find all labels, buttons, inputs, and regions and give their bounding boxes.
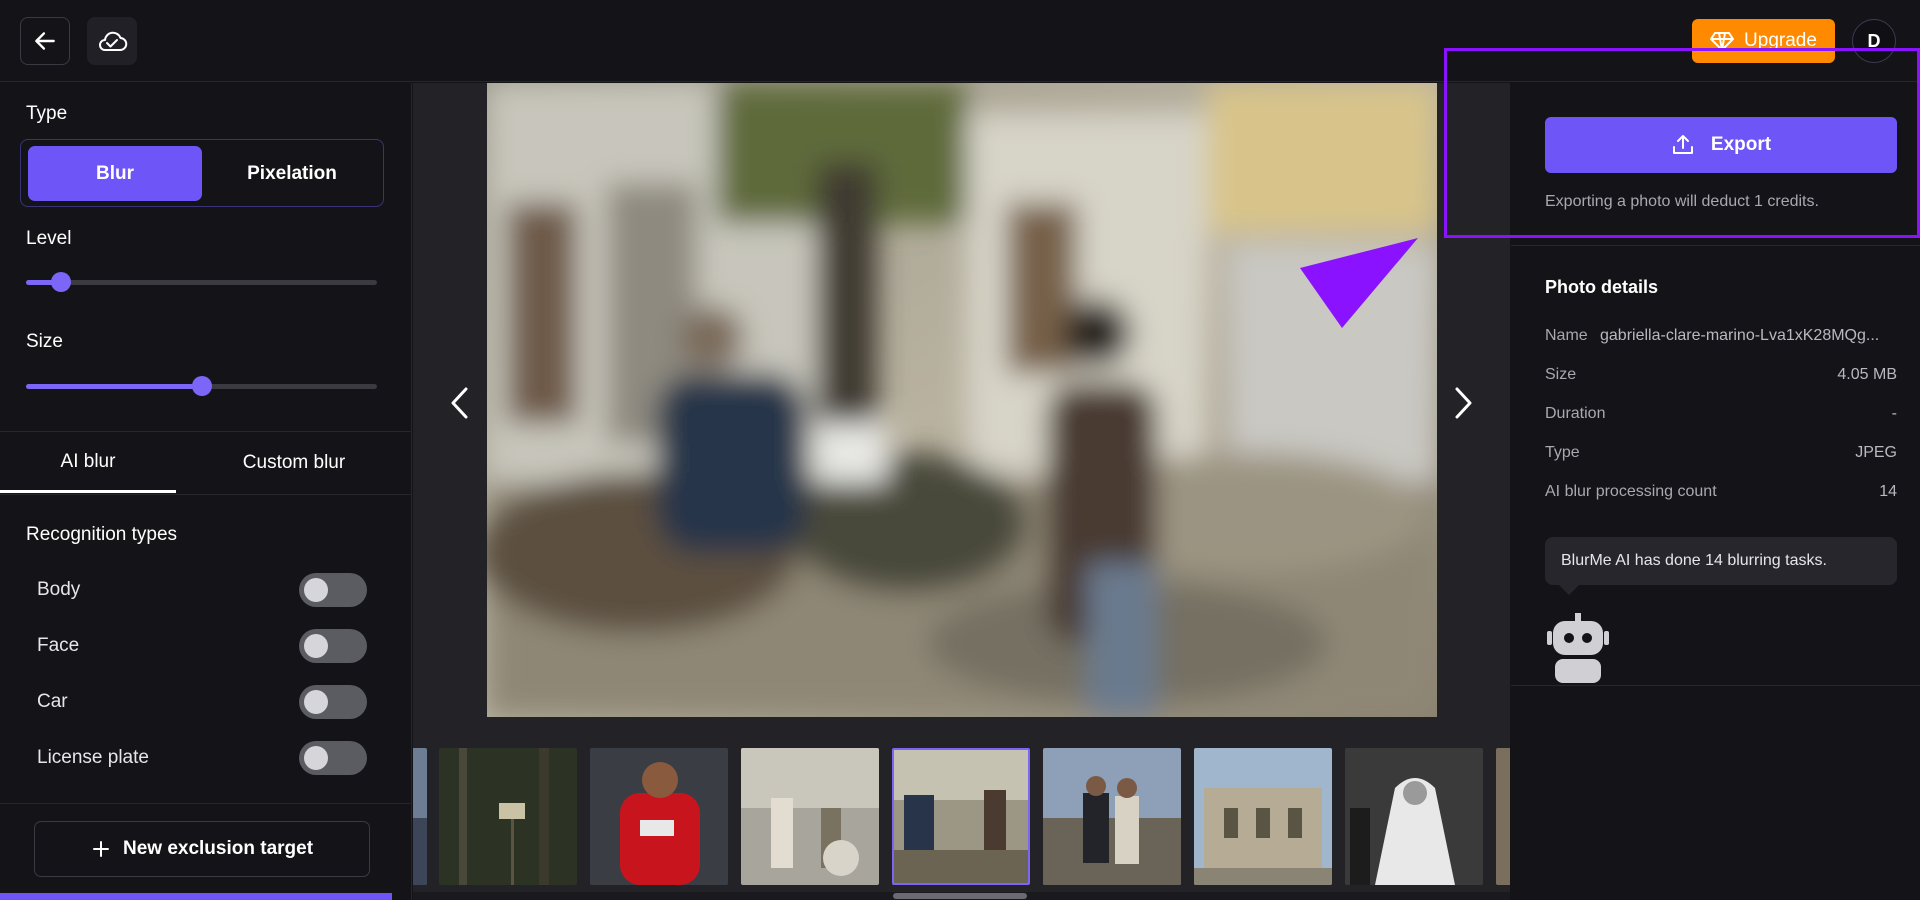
cloud-check-icon <box>99 31 128 51</box>
thumbnail-partial-right[interactable] <box>1496 748 1510 885</box>
recognition-row-car: Car <box>37 685 367 719</box>
photo-details-title: Photo details <box>1545 277 1659 297</box>
divider <box>1511 245 1920 246</box>
left-panel: Type Blur Pixelation Level Size AI blur … <box>0 83 412 900</box>
size-slider-fill <box>26 384 202 389</box>
upload-icon <box>1672 135 1693 154</box>
divider <box>0 431 412 432</box>
detail-key: Duration <box>1545 405 1606 422</box>
license-plate-toggle[interactable] <box>299 741 367 775</box>
type-option-pixelation[interactable]: Pixelation <box>206 146 378 201</box>
diamond-icon <box>1710 32 1735 51</box>
recognition-row-body: Body <box>37 573 367 607</box>
divider <box>1511 685 1920 686</box>
thumbnail-market-scene[interactable] <box>892 748 1030 885</box>
type-option-blur[interactable]: Blur <box>28 146 202 201</box>
recognition-label: Face <box>37 635 80 656</box>
detail-key: Type <box>1545 444 1580 461</box>
thumbnail-wedding[interactable] <box>1345 748 1483 885</box>
thumbnail-old-building[interactable] <box>1194 748 1332 885</box>
recognition-types-title: Recognition types <box>26 524 178 545</box>
type-label: Type <box>26 103 68 124</box>
next-photo-button[interactable] <box>1443 383 1483 423</box>
avatar[interactable]: D <box>1852 19 1896 63</box>
size-label: Size <box>26 331 63 352</box>
left-scrollbar[interactable] <box>0 893 392 900</box>
chevron-left-icon <box>451 387 468 419</box>
assistant-message-bubble: BlurMe AI has done 14 blurring tasks. <box>1545 537 1897 595</box>
export-credits-note: Exporting a photo will deduct 1 credits. <box>1545 193 1819 210</box>
detail-value: - <box>1891 405 1897 422</box>
blurred-market-photo <box>487 83 1437 717</box>
type-segmented-control: Blur Pixelation <box>20 139 384 207</box>
thumbnail-forest-sign[interactable] <box>439 748 577 885</box>
recognition-label: License plate <box>37 747 149 768</box>
divider <box>0 494 412 495</box>
face-toggle[interactable] <box>299 629 367 663</box>
new-exclusion-target-button[interactable]: New exclusion target <box>34 821 370 877</box>
thumbnail-scrollbar-handle[interactable] <box>893 893 1027 899</box>
recognition-label: Body <box>37 579 81 600</box>
level-label: Level <box>26 228 72 249</box>
back-button[interactable] <box>20 17 70 65</box>
detail-key: Name <box>1545 327 1588 344</box>
thumbnail-scrollbar[interactable] <box>413 892 1510 900</box>
car-toggle[interactable] <box>299 685 367 719</box>
body-toggle[interactable] <box>299 573 367 607</box>
recognition-row-face: Face <box>37 629 367 663</box>
detail-row-size: Size 4.05 MB <box>1545 366 1897 388</box>
cloud-save-button[interactable] <box>87 17 137 65</box>
thumbnail-couple-portrait[interactable] <box>1043 748 1181 885</box>
thumbnail-street-couple[interactable] <box>741 748 879 885</box>
right-panel: Export Exporting a photo will deduct 1 c… <box>1511 83 1920 900</box>
top-bar: Upgrade D <box>0 0 1920 82</box>
thumbnail-strip <box>413 745 1510 887</box>
detail-key: Size <box>1545 366 1577 383</box>
main-photo[interactable] <box>487 83 1437 717</box>
upgrade-label: Upgrade <box>1744 30 1817 51</box>
detail-row-name: Name gabriella-clare-marino-Lva1xK28MQg.… <box>1545 327 1897 349</box>
recognition-label: Car <box>37 691 68 712</box>
new-exclusion-label: New exclusion target <box>122 838 314 859</box>
thumbnail-football-player[interactable] <box>590 748 728 885</box>
tab-custom-blur[interactable]: Custom blur <box>176 433 412 493</box>
thumbnail-partial[interactable] <box>413 748 427 885</box>
detail-row-type: Type JPEG <box>1545 444 1897 466</box>
export-button[interactable]: Export <box>1545 117 1897 173</box>
previous-photo-button[interactable] <box>440 383 480 423</box>
center-canvas <box>413 83 1510 900</box>
arrow-left-icon <box>35 32 55 50</box>
divider <box>0 803 412 804</box>
upgrade-button[interactable]: Upgrade <box>1692 19 1835 63</box>
export-label: Export <box>1710 134 1772 155</box>
detail-value: 4.05 MB <box>1837 366 1897 383</box>
detail-value: JPEG <box>1855 444 1897 461</box>
recognition-row-license-plate: License plate <box>37 741 367 775</box>
detail-row-ai-blur-count: AI blur processing count 14 <box>1545 483 1897 505</box>
level-slider-handle[interactable] <box>51 272 72 292</box>
detail-value: 14 <box>1879 483 1897 500</box>
detail-key: AI blur processing count <box>1545 483 1717 500</box>
detail-row-duration: Duration - <box>1545 405 1897 427</box>
size-slider-handle[interactable] <box>191 376 212 396</box>
chevron-right-icon <box>1455 387 1472 419</box>
level-slider[interactable] <box>26 272 377 292</box>
tab-ai-blur[interactable]: AI blur <box>0 433 176 493</box>
size-slider[interactable] <box>26 376 377 396</box>
plus-icon <box>92 841 109 857</box>
detail-value: gabriella-clare-marino-Lva1xK28MQg... <box>1600 327 1880 344</box>
robot-icon <box>1547 613 1609 683</box>
